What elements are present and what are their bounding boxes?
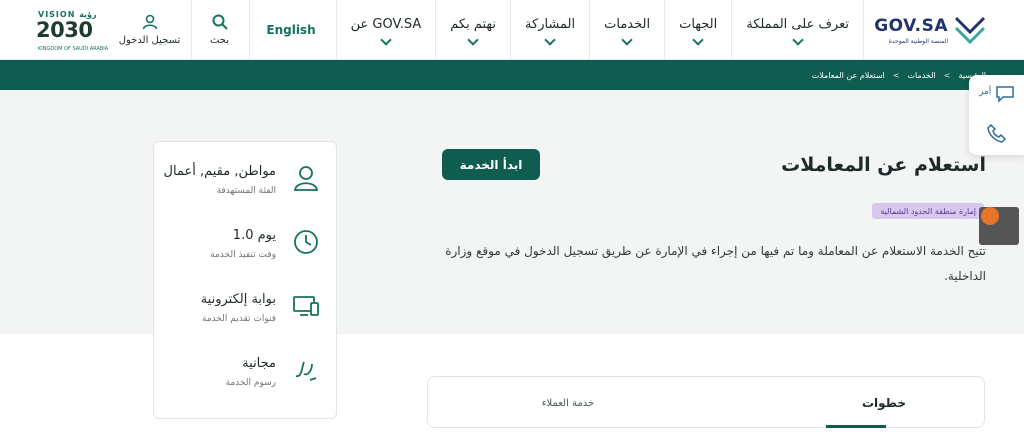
service-description: تتيح الخدمة الاستعلام عن المعاملة وما تم… <box>445 244 986 283</box>
watermark-mark <box>981 207 999 225</box>
main-nav: تعرف على المملكة الجهات الخدمات المشاركة… <box>335 0 864 60</box>
nav-item-label: الجهات <box>679 16 718 32</box>
site-header: GOV.SA المنصة الوطنية الموحدة تعرف على ا… <box>0 0 1024 60</box>
tab-steps[interactable]: خطوات <box>784 377 984 429</box>
detail-duration: 1.0 يوم وقت تنفيذ الخدمة <box>154 212 338 274</box>
language-switch[interactable]: English <box>246 0 336 60</box>
search-button[interactable]: بحث <box>190 0 250 60</box>
user-icon <box>293 166 319 191</box>
nav-item-label: المشاركة <box>525 16 576 32</box>
login-label: تسجيل الدخول <box>118 35 181 46</box>
nav-item-label: نهتم بكم <box>450 16 497 32</box>
service-details-card: مواطن, مقيم, أعمال الفئة المستهدفة 1.0 ي… <box>153 141 337 419</box>
nav-item-participation[interactable]: المشاركة <box>510 0 589 60</box>
govsa-logo[interactable]: GOV.SA المنصة الوطنية الموحدة <box>874 8 988 50</box>
breadcrumb-separator: < <box>892 70 900 80</box>
phone-icon[interactable] <box>987 123 1007 143</box>
nav-item-we-care[interactable]: نهتم بكم <box>435 0 510 60</box>
breadcrumb: الرئيسية < الخدمات < استعلام عن المعاملا… <box>812 60 986 90</box>
chevron-down-icon <box>692 33 704 46</box>
detail-label: الفئة المستهدفة <box>216 186 276 196</box>
nav-item-agencies[interactable]: الجهات <box>664 0 731 60</box>
riyal-icon <box>295 361 317 381</box>
search-icon <box>212 14 228 30</box>
nav-item-label: تعرف على المملكة <box>746 16 849 32</box>
tab-customer-service[interactable]: خدمة العملاء <box>488 377 648 429</box>
govsa-logo-word: GOV.SA <box>874 16 948 36</box>
nav-item-about-kingdom[interactable]: تعرف على المملكة <box>731 0 864 60</box>
breadcrumb-services[interactable]: الخدمات <box>907 71 935 80</box>
govsa-logo-mark-icon <box>954 16 986 45</box>
vision-logo-year: 2030 <box>36 18 93 42</box>
detail-value: 1.0 يوم <box>232 228 276 243</box>
chevron-down-icon <box>621 33 633 46</box>
vision-logo-bottom: KINGDOM OF SAUDI ARABIA <box>38 46 109 52</box>
nav-item-label: عن GOV.SA <box>350 16 422 32</box>
chevron-down-icon <box>380 33 392 46</box>
detail-value: مجانية <box>242 356 276 371</box>
detail-value: مواطن, مقيم, أعمال <box>163 164 276 179</box>
chat-icon[interactable] <box>995 85 1015 103</box>
login-button[interactable]: تسجيل الدخول <box>108 0 192 60</box>
chat-label[interactable]: أمر <box>979 87 991 97</box>
user-icon <box>142 14 157 30</box>
detail-channels: بوابة إلكترونية قنوات تقديم الخدمة <box>154 276 338 338</box>
vision-2030-logo: VISION رؤية 2030 KINGDOM OF SAUDI ARABIA <box>18 8 108 54</box>
service-tabs: خطوات خدمة العملاء <box>427 376 985 428</box>
clock-icon <box>294 230 318 254</box>
govsa-logo-subtitle: المنصة الوطنية الموحدة <box>888 38 948 45</box>
devices-icon <box>293 296 319 316</box>
agency-badge[interactable]: إمارة منطقة الحدود الشمالية <box>872 203 984 219</box>
detail-label: رسوم الخدمة <box>225 378 276 388</box>
detail-value: بوابة إلكترونية <box>200 292 276 307</box>
watermark-logo <box>979 207 1019 245</box>
nav-item-about-govsa[interactable]: عن GOV.SA <box>335 0 436 60</box>
detail-label: قنوات تقديم الخدمة <box>201 314 276 324</box>
nav-item-services[interactable]: الخدمات <box>589 0 664 60</box>
detail-fees: مجانية رسوم الخدمة <box>154 340 338 402</box>
chevron-down-icon <box>544 33 556 46</box>
page-title: استعلام عن المعاملات <box>781 154 986 176</box>
start-service-button[interactable]: ابدأ الخدمة <box>442 149 540 180</box>
nav-item-label: الخدمات <box>604 16 651 32</box>
search-label: بحث <box>209 35 230 46</box>
breadcrumb-separator: < <box>943 70 951 80</box>
breadcrumb-current: استعلام عن المعاملات <box>811 70 885 80</box>
floating-contact-widget: أمر <box>969 75 1024 155</box>
chevron-down-icon <box>791 33 804 46</box>
detail-target-audience: مواطن, مقيم, أعمال الفئة المستهدفة <box>154 148 338 210</box>
active-tab-indicator <box>826 425 886 428</box>
chevron-down-icon <box>467 33 479 46</box>
detail-label: وقت تنفيذ الخدمة <box>210 250 276 260</box>
